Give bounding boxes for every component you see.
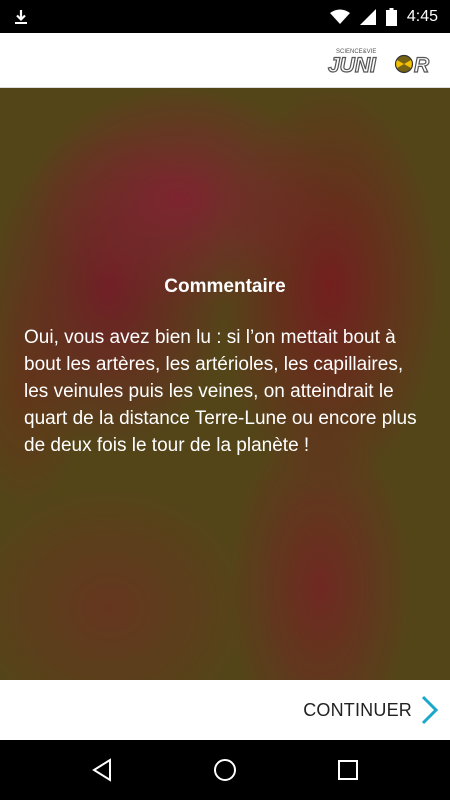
recents-icon bbox=[338, 760, 359, 780]
battery-icon bbox=[385, 7, 397, 26]
home-button[interactable] bbox=[205, 750, 245, 790]
status-left bbox=[12, 8, 30, 26]
chevron-right-icon bbox=[421, 695, 439, 725]
comment-body: Oui, vous avez bien lu : si l’on mettait… bbox=[24, 327, 417, 456]
comment-panel: Commentaire Oui, vous avez bien lu : si … bbox=[0, 88, 450, 680]
status-right: 4:45 bbox=[329, 7, 438, 26]
system-nav-bar bbox=[0, 740, 450, 800]
comment-title: Commentaire bbox=[164, 276, 286, 297]
wifi-icon bbox=[329, 9, 350, 24]
continue-button[interactable]: CONTINUER bbox=[303, 690, 440, 730]
app-header: SCIENCE&VIE JUNI R bbox=[0, 33, 450, 88]
science-vie-junior-logo: SCIENCE&VIE JUNI R bbox=[327, 49, 430, 75]
continue-label: CONTINUER bbox=[303, 699, 412, 720]
back-button[interactable] bbox=[82, 750, 122, 790]
back-icon bbox=[91, 758, 111, 782]
status-time: 4:45 bbox=[406, 7, 438, 25]
svg-text:R: R bbox=[414, 54, 430, 75]
home-icon bbox=[213, 759, 236, 781]
svg-text:JUNI: JUNI bbox=[328, 54, 377, 75]
recents-button[interactable] bbox=[328, 750, 368, 790]
bottom-bar: CONTINUER bbox=[0, 680, 450, 740]
download-icon bbox=[15, 9, 27, 24]
status-bar: 4:45 bbox=[0, 0, 450, 33]
cell-signal-icon bbox=[359, 8, 376, 25]
